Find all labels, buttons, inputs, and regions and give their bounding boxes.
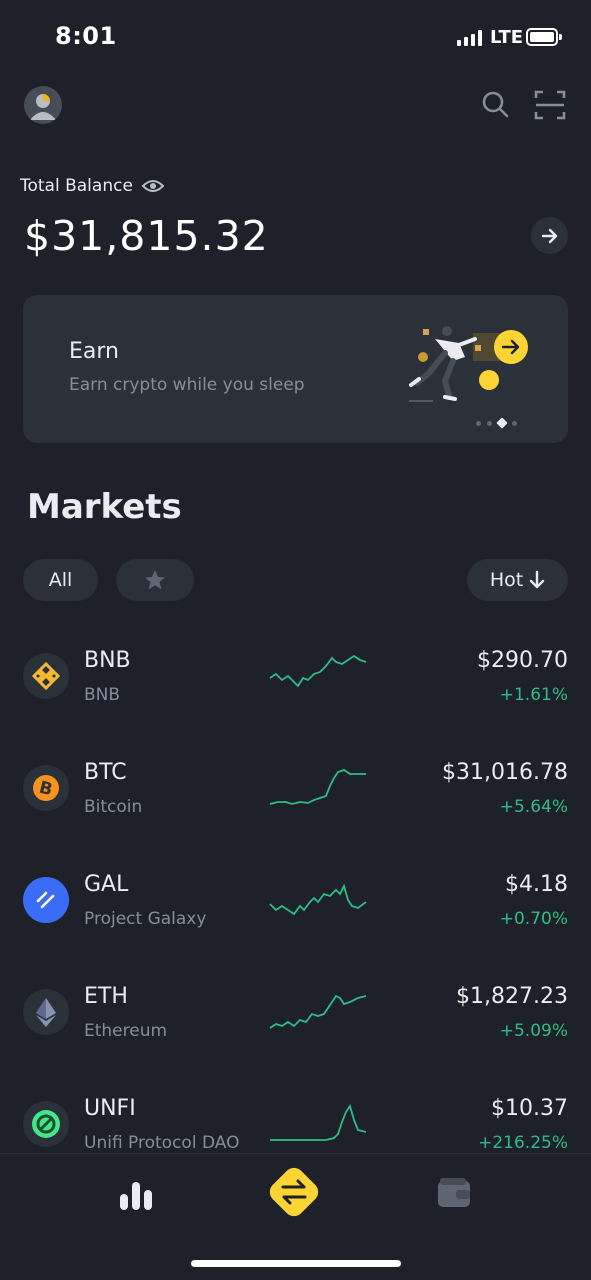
network-label: LTE [490,27,524,48]
market-row[interactable]: UNFI Unifi Protocol DAO $10.37 +216.25% [0,1068,591,1153]
market-row[interactable]: B BTC Bitcoin $31,016.78 +5.64% [0,732,591,844]
coin-name: Ethereum [84,1021,168,1041]
pagination-dot [476,420,481,426]
sparkline [269,883,367,916]
filter-all-button[interactable]: All [23,559,98,601]
status-time: 8:01 [55,22,117,50]
home-indicator [191,1260,401,1267]
coin-price: $4.18 [505,872,568,897]
user-avatar-icon[interactable] [24,86,62,124]
filter-favorites-button[interactable] [116,559,194,601]
wallet-icon[interactable] [436,1176,472,1210]
coin-name: BNB [84,685,121,705]
coin-symbol: ETH [84,984,128,1009]
bar-chart-icon[interactable] [116,1176,156,1212]
galaxy-coin-icon [23,877,69,923]
coin-name: Project Galaxy [84,909,207,929]
bottom-nav [0,1153,591,1280]
coin-name: Unifi Protocol DAO [84,1133,240,1153]
scan-icon[interactable] [533,88,567,122]
bnb-coin-icon [23,653,69,699]
coin-symbol: UNFI [84,1096,136,1121]
market-row[interactable]: ETH Ethereum $1,827.23 +5.09% [0,956,591,1068]
coin-symbol: BNB [84,648,131,673]
balance-label: Total Balance [20,176,133,196]
eye-icon[interactable] [141,177,165,195]
coin-change: +5.64% [499,797,568,817]
markets-title: Markets [27,487,182,527]
coin-change: +1.61% [499,685,568,705]
sparkline [269,994,367,1029]
market-row[interactable]: GAL Project Galaxy $4.18 +0.70% [0,844,591,956]
coin-symbol: BTC [84,760,127,785]
bitcoin-coin-icon: B [23,765,69,811]
market-row[interactable]: BNB BNB $290.70 +1.61% [0,620,591,732]
swap-arrows-icon[interactable] [264,1162,324,1222]
balance-details-button[interactable] [531,217,568,254]
earn-illustration-icon [409,326,528,402]
market-list: BNB BNB $290.70 +1.61% B BTC Bitcoin $31… [0,620,591,1153]
coin-price: $1,827.23 [456,984,568,1009]
banner-subtitle: Earn crypto while you sleep [69,375,305,395]
star-icon [145,570,165,590]
sparkline [269,769,366,805]
coin-name: Bitcoin [84,797,143,817]
coin-change: +5.09% [499,1021,568,1041]
coin-symbol: GAL [84,872,129,897]
status-bar: 8:01 LTE [0,0,591,76]
unifi-coin-icon [23,1101,69,1147]
banner-title: Earn [69,339,119,364]
ethereum-coin-icon [23,989,69,1035]
sparkline [270,1103,367,1141]
arrow-right-icon [541,228,557,243]
balance-label-row: Total Balance [20,176,165,196]
search-icon[interactable] [478,88,512,122]
sort-hot-button[interactable]: Hot [467,559,568,601]
coin-change: +0.70% [499,909,568,929]
coin-price: $10.37 [491,1096,568,1121]
sort-label: Hot [489,569,524,591]
earn-banner[interactable]: Earn Earn crypto while you sleep [23,295,568,443]
total-balance-value: $31,815.32 [24,212,269,260]
signal-icon [457,30,483,46]
arrow-down-icon [529,570,545,589]
coin-change: +216.25% [478,1133,568,1153]
battery-icon [526,28,562,46]
pagination-dot-active [496,417,508,429]
coin-price: $31,016.78 [442,760,568,785]
coin-price: $290.70 [477,648,568,673]
pagination-dot [487,420,492,426]
pagination-dot [512,420,517,426]
sparkline [269,654,367,688]
banner-pagination [476,417,517,429]
